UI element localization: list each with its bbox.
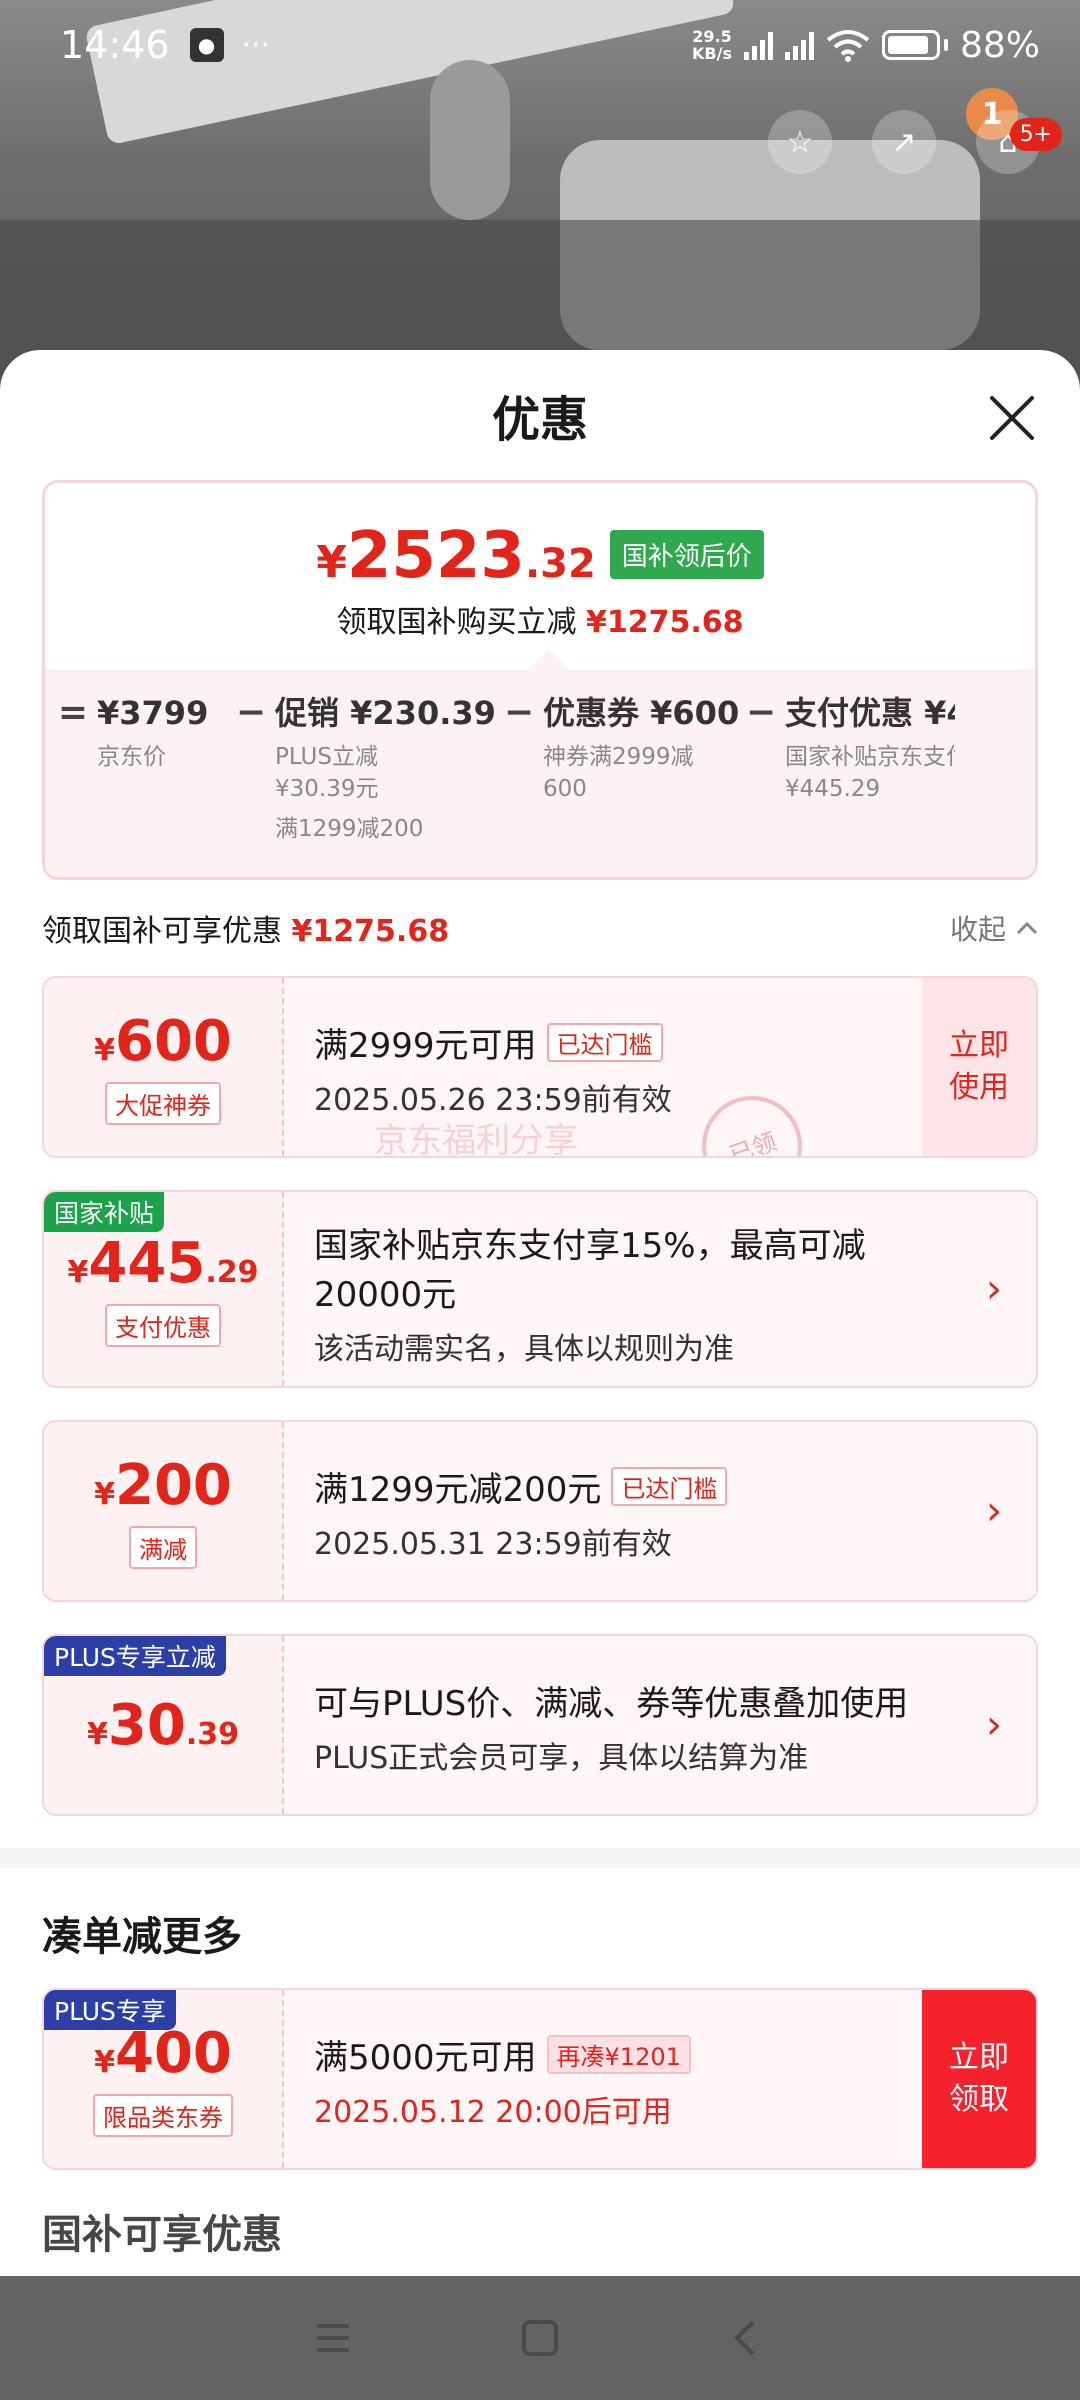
system-navigation-bar (0, 2276, 1080, 2400)
close-icon[interactable] (984, 390, 1040, 446)
price-summary-card: ¥2523.32 国补领后价 领取国补购买立减 ¥1275.68 = ¥3799… (42, 480, 1038, 880)
battery-icon (881, 30, 948, 60)
breakdown-coupon: 优惠券 ¥600 神券满2999减 600 (543, 694, 740, 802)
collapse-button[interactable]: 收起 (950, 908, 1038, 948)
coupon-condition: 满5000元可用 (314, 2038, 537, 2078)
coupon-card-200[interactable]: ¥200 满减 满1299元减200元 已达门槛 2025.05.31 23:59… (42, 1420, 1038, 1602)
coupon-amount: ¥400 (94, 2021, 232, 2086)
threshold-reached-pill: 已达门槛 (546, 1023, 663, 1062)
section-title: 领取国补可享优惠 ¥1275.68 (42, 914, 450, 949)
battery-level: 88% (959, 24, 1040, 66)
home-icon[interactable] (510, 2308, 570, 2368)
back-icon[interactable] (717, 2308, 777, 2368)
coupon-type-tag: 支付优惠 (105, 1304, 221, 1347)
coupon-validity: 2025.05.31 23:59前有效 (314, 1527, 672, 1562)
coupon-validity: 2025.05.12 20:00后可用 (314, 2095, 672, 2130)
breakdown-jd-price: ¥3799 京东价 (97, 694, 209, 770)
coupon-condition: 满2999元可用 (314, 1026, 537, 1066)
cart-badge: 5+ (1009, 118, 1062, 151)
final-price: ¥2523.32 (316, 519, 596, 593)
available-discounts-header: 领取国补可享优惠 ¥1275.68 收起 (0, 880, 1080, 976)
coupon-note: 该活动需实名，具体以规则为准 (314, 1332, 734, 1367)
coupon-note: PLUS正式会员可享，具体以结算为准 (314, 1741, 809, 1776)
coupon-card-national-subsidy[interactable]: 国家补贴 ¥445.29 支付优惠 国家补贴京东支付享15%，最高可减 2000… (42, 1190, 1038, 1388)
plus-corner-tag: PLUS专享 (44, 1990, 176, 2030)
favorite-icon[interactable]: ☆ (768, 110, 832, 174)
use-now-button[interactable]: 立即使用 (922, 978, 1036, 1156)
network-speed: 29.5 KB/s (692, 27, 732, 63)
coupon-condition: 满1299元减200元 (314, 1470, 602, 1510)
signal-1-icon (743, 30, 773, 60)
coupon-type-tag: 大促神券 (105, 1082, 221, 1125)
section-divider (0, 1848, 1080, 1868)
next-section-title: 国补可享优惠 (42, 2212, 282, 2258)
price-breakdown: = ¥3799 京东价 − 促销 ¥230.39 PLUS立减 ¥30.39元 满… (45, 649, 1035, 877)
signal-2-icon (784, 30, 814, 60)
breakdown-payment: 支付优惠 ¥445.29 国家补贴京东支付减¥445.29 (785, 694, 955, 802)
coupon-description: 可与PLUS价、满减、券等优惠叠加使用 (314, 1684, 909, 1724)
coupon-card-600[interactable]: ¥600 大促神券 满2999元可用 已达门槛 2025.05.26 23:59前… (42, 976, 1038, 1158)
share-icon[interactable]: ↗ (872, 110, 936, 174)
more-dots-icon: ··· (241, 27, 271, 63)
add-more-pill: 再凑¥1201 (546, 2035, 691, 2074)
coupon-type-tag: 满减 (129, 1526, 197, 1569)
chevron-right-icon[interactable]: › (986, 1266, 1002, 1312)
chevron-right-icon[interactable]: › (986, 1702, 1002, 1748)
discount-sheet: 优惠 ¥2523.32 国补领后价 领取国补购买立减 ¥1275.68 = ¥3… (0, 350, 1080, 2280)
chevron-right-icon[interactable]: › (986, 1488, 1002, 1534)
coupon-card-plus[interactable]: PLUS专享立减 ¥30.39 可与PLUS价、满减、券等优惠叠加使用 PLUS… (42, 1634, 1038, 1816)
coupon-amount: ¥600 (94, 1009, 232, 1074)
watermark-text: 京东福利分享 (374, 1121, 578, 1158)
sheet-header: 优惠 (0, 350, 1080, 480)
claim-now-button[interactable]: 立即领取 (922, 1990, 1036, 2168)
header-actions: ☆ ↗ ⌂ (768, 110, 1040, 174)
subsidy-savings-text: 领取国补购买立减 ¥1275.68 (336, 605, 744, 640)
status-time: 14:46 (60, 23, 170, 67)
breakdown-promotion: 促销 ¥230.39 PLUS立减 ¥30.39元 满1299减200 (275, 694, 496, 842)
coupon-description-cont: 20000元 (314, 1275, 457, 1315)
chevron-up-icon (1016, 921, 1038, 935)
more-discounts-title: 凑单减更多 (42, 1914, 242, 1960)
sheet-title: 优惠 (491, 392, 588, 448)
wifi-icon (826, 30, 870, 62)
coupon-amount: ¥30.39 (87, 1692, 239, 1758)
national-subsidy-corner-tag: 国家补贴 (44, 1192, 165, 1232)
subsidy-price-tag: 国补领后价 (609, 530, 764, 579)
threshold-reached-pill: 已达门槛 (611, 1467, 728, 1506)
plus-corner-tag: PLUS专享立减 (44, 1636, 226, 1676)
recording-icon: ● (189, 28, 224, 62)
coupon-type-tag: 限品类东券 (93, 2094, 233, 2137)
coupon-description: 国家补贴京东支付享15%，最高可减 (314, 1226, 866, 1266)
coupon-card-400[interactable]: PLUS专享 ¥400 限品类东券 满5000元可用 再凑¥1201 2025.0… (42, 1988, 1038, 2170)
status-bar: 14:46 ● ··· 29.5 KB/s 88% (0, 0, 1080, 90)
coupon-amount: ¥200 (94, 1453, 232, 1518)
coupon-amount: ¥445.29 (67, 1231, 259, 1296)
menu-icon[interactable] (303, 2308, 363, 2368)
